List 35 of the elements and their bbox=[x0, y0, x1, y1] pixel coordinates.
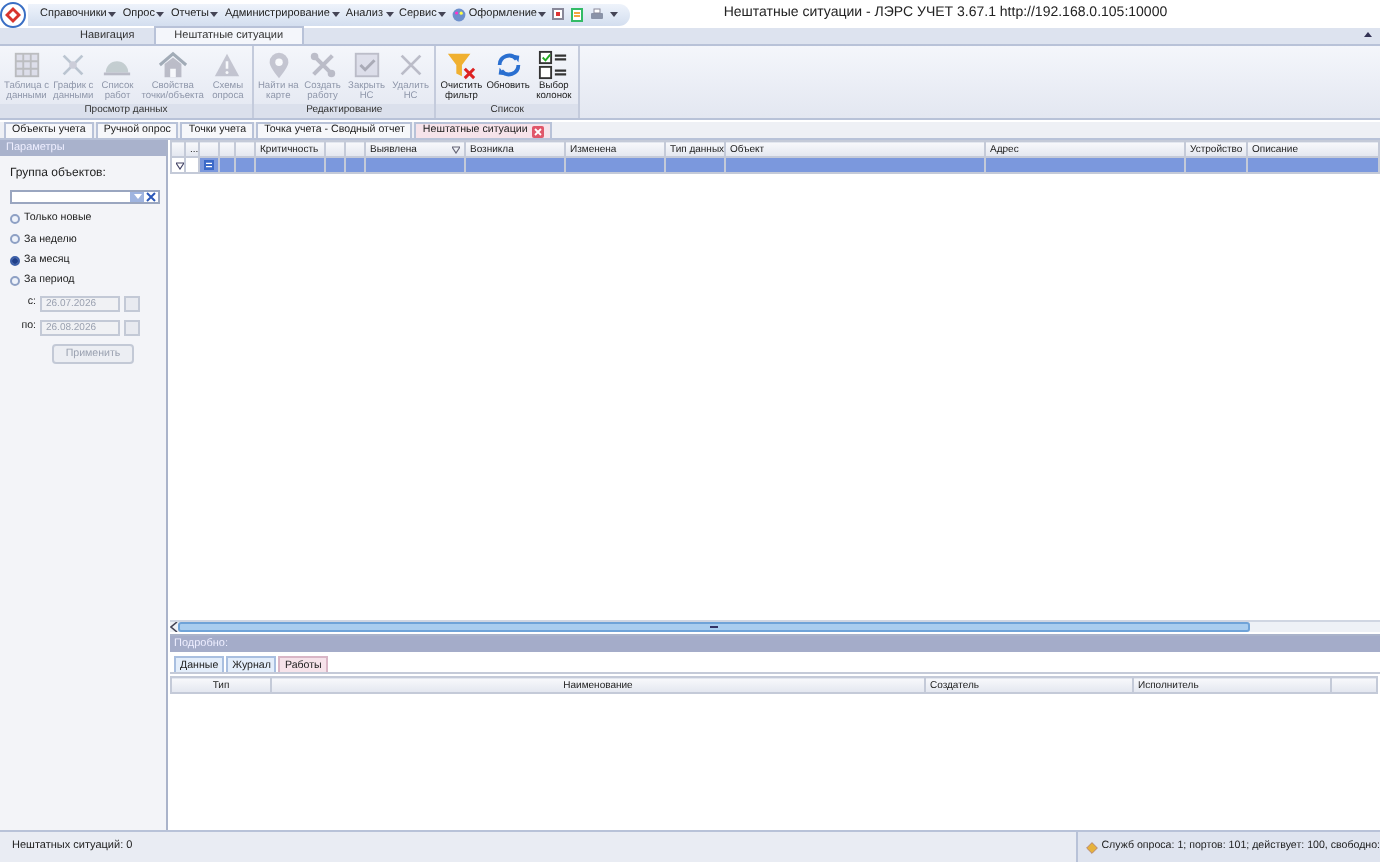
caret-icon bbox=[538, 11, 547, 17]
house-icon bbox=[157, 50, 188, 80]
tools-icon bbox=[307, 50, 338, 80]
scroll-left-icon[interactable] bbox=[170, 622, 178, 632]
palette-icon bbox=[452, 7, 467, 21]
radio-dot[interactable] bbox=[10, 255, 20, 266]
caret-icon bbox=[438, 11, 447, 17]
dropdown-icon[interactable] bbox=[133, 194, 141, 201]
filter-icon bbox=[176, 161, 183, 169]
caret-icon bbox=[385, 11, 393, 17]
list-icon bbox=[204, 160, 214, 170]
caret-icon bbox=[210, 11, 219, 17]
close-icon bbox=[395, 50, 426, 80]
scrollbar-thumb[interactable] bbox=[178, 622, 1250, 632]
close-icon[interactable] bbox=[531, 125, 544, 137]
filter-row[interactable] bbox=[171, 157, 1379, 173]
caret-icon bbox=[108, 11, 117, 17]
warning-icon bbox=[212, 50, 243, 80]
printer-icon[interactable] bbox=[590, 7, 605, 21]
caret-icon[interactable] bbox=[610, 11, 619, 17]
caret-icon bbox=[331, 11, 340, 17]
caret-icon bbox=[156, 11, 165, 17]
radio-dot[interactable] bbox=[10, 234, 20, 245]
document-icon[interactable] bbox=[570, 7, 585, 21]
checkbox-icon bbox=[351, 50, 382, 80]
refresh-icon bbox=[493, 50, 524, 80]
table-icon bbox=[11, 50, 42, 80]
radio-dot[interactable] bbox=[10, 213, 20, 224]
diamond-icon bbox=[1085, 841, 1098, 853]
columns-icon bbox=[538, 50, 569, 80]
radio-dot[interactable] bbox=[10, 275, 20, 286]
stop-icon[interactable] bbox=[552, 8, 565, 20]
clear-icon[interactable] bbox=[146, 192, 156, 203]
collapse-icon[interactable] bbox=[1364, 32, 1372, 38]
filter-clear-icon bbox=[446, 50, 477, 80]
